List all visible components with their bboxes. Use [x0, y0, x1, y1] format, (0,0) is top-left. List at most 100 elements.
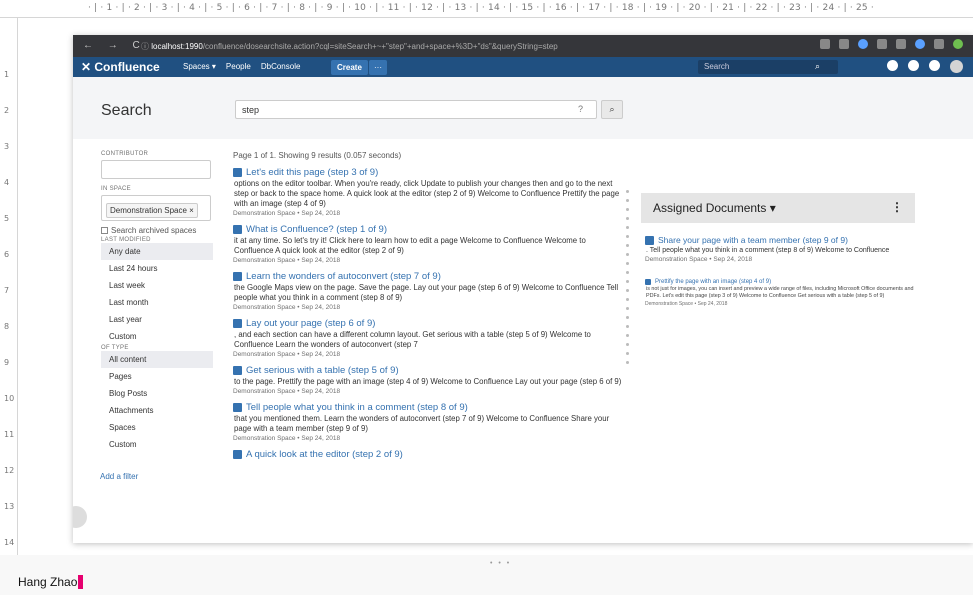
url-path: /confluence/dosearchsite.action?cql=site…: [202, 42, 558, 51]
filter-pages[interactable]: Pages: [101, 368, 213, 385]
assigned-documents-title[interactable]: Assigned Documents ▾: [653, 201, 776, 215]
ruler-num: 8: [4, 322, 10, 331]
help-icon[interactable]: [887, 60, 898, 71]
extension-icon[interactable]: [820, 39, 830, 49]
list-item: Learn the wonders of autoconvert (step 7…: [233, 271, 625, 311]
result-snippet: that you mentioned them. Learn the wonde…: [234, 414, 610, 433]
vertical-ruler: 1 2 3 4 5 6 7 8 9 10 11 12 13 14: [0, 18, 18, 555]
drag-handle[interactable]: • • •: [490, 560, 511, 567]
filter-attachments[interactable]: Attachments: [101, 402, 213, 419]
page-icon: [233, 450, 242, 459]
profile-icon[interactable]: [953, 39, 963, 49]
result-meta: Demonstration Space • Sep 24, 2018: [233, 351, 341, 358]
author-name: Hang Zhao: [18, 575, 84, 589]
result-title-link[interactable]: Lay out your page (step 6 of 9): [246, 318, 375, 329]
archived-checkbox[interactable]: Search archived spaces: [101, 226, 216, 235]
result-title-link[interactable]: A quick look at the editor (step 2 of 9): [246, 449, 403, 460]
result-snippet: options on the editor toolbar. When you'…: [234, 179, 620, 208]
assigned-snippet: . Tell people what you think in a commen…: [646, 247, 890, 254]
result-snippet: the Google Maps view on the page. Save t…: [234, 283, 619, 302]
ruler-num: 2: [4, 106, 10, 115]
avatar[interactable]: [950, 60, 963, 73]
browser-nav-buttons[interactable]: ← → C: [83, 40, 146, 51]
help-icon[interactable]: ?: [578, 104, 583, 114]
extension-icon[interactable]: [858, 39, 868, 49]
result-meta: Demonstration Space • Sep 24, 2018: [233, 257, 341, 264]
result-title-link[interactable]: Learn the wonders of autoconvert (step 7…: [246, 271, 441, 282]
filter-blog-posts[interactable]: Blog Posts: [101, 385, 213, 402]
result-snippet: it at any time. So let's try it! Click h…: [234, 236, 586, 255]
filter-last-24-hours[interactable]: Last 24 hours: [101, 260, 213, 277]
nav-spaces[interactable]: Spaces ▾: [183, 62, 216, 71]
filter-last-year[interactable]: Last year: [101, 311, 213, 328]
add-filter-link[interactable]: Add a filter: [100, 472, 138, 481]
header-icons: [887, 60, 963, 73]
search-button[interactable]: ⌕: [601, 100, 623, 119]
notification-icon[interactable]: [929, 60, 940, 71]
result-title-link[interactable]: Get serious with a table (step 5 of 9): [246, 365, 399, 376]
result-meta: Demonstration Space • Sep 24, 2018: [233, 435, 341, 442]
ruler-num: 14: [4, 538, 15, 547]
kebab-menu-icon[interactable]: ⋮: [891, 200, 903, 214]
assigned-title-link[interactable]: Prettify the page with an image (step 4 …: [655, 279, 771, 285]
confluence-header: ✕ Confluence Spaces ▾ People DbConsole C…: [73, 57, 973, 77]
space-chip[interactable]: Demonstration Space ×: [106, 203, 198, 218]
assigned-documents-header: Assigned Documents ▾ ⋮: [641, 193, 915, 223]
scroll-arrow-icon[interactable]: [73, 506, 87, 528]
filter-all-content[interactable]: All content: [101, 351, 213, 368]
url-host: localhost:1990: [151, 42, 203, 51]
filter-custom-type[interactable]: Custom: [101, 436, 213, 453]
extension-icon[interactable]: [896, 39, 906, 49]
filter-last-month[interactable]: Last month: [101, 294, 213, 311]
assigned-title-link[interactable]: Share your page with a team member (step…: [658, 235, 848, 245]
filter-custom-date[interactable]: Custom: [101, 328, 213, 345]
result-title-link[interactable]: Tell people what you think in a comment …: [246, 402, 468, 413]
assigned-snippet: is not just for images, you can insert a…: [646, 286, 914, 299]
results-count: Page 1 of 1. Showing 9 results (0.057 se…: [233, 151, 402, 160]
nav-dbconsole[interactable]: DbConsole: [261, 62, 301, 71]
result-meta: Demonstration Space • Sep 24, 2018: [233, 210, 341, 217]
star-icon[interactable]: [839, 39, 849, 49]
ruler-num: 10: [4, 394, 15, 403]
ruler-num: 13: [4, 502, 15, 511]
ruler-num: 3: [4, 142, 10, 151]
extension-icon[interactable]: [877, 39, 887, 49]
filter-last-week[interactable]: Last week: [101, 277, 213, 294]
ruler-num: 7: [4, 286, 10, 295]
result-title-link[interactable]: What is Confluence? (step 1 of 9): [246, 224, 387, 235]
list-item: Prettify the page with an image (step 4 …: [645, 279, 919, 307]
page-icon: [233, 272, 242, 281]
ruler-num: 5: [4, 214, 10, 223]
ruler-num: 12: [4, 466, 15, 475]
extension-icon[interactable]: [915, 39, 925, 49]
search-icon[interactable]: ⌕: [815, 61, 820, 72]
space-filter-input[interactable]: Demonstration Space ×: [101, 195, 211, 221]
checkbox-icon[interactable]: [101, 227, 108, 234]
extension-icon[interactable]: [934, 39, 944, 49]
page-icon: [233, 403, 242, 412]
confluence-logo[interactable]: ✕ Confluence: [81, 60, 160, 74]
address-bar[interactable]: ⓘ localhost:1990/confluence/dosearchsite…: [141, 41, 558, 52]
assigned-meta: Demonstration Space • Sep 24, 2018: [645, 256, 753, 263]
search-query-input[interactable]: step: [235, 100, 597, 119]
result-snippet: to the page. Prettify the page with an i…: [234, 377, 622, 386]
more-button[interactable]: ···: [369, 60, 387, 75]
nav-people[interactable]: People: [226, 62, 251, 71]
page-title: Search: [101, 102, 152, 119]
list-item: A quick look at the editor (step 2 of 9): [233, 449, 625, 460]
filter-any-date[interactable]: Any date: [101, 243, 213, 260]
filter-spaces[interactable]: Spaces: [101, 419, 213, 436]
contributor-input[interactable]: [101, 160, 211, 179]
list-item: Get serious with a table (step 5 of 9) t…: [233, 365, 625, 395]
contributor-label: CONTRIBUTOR: [101, 151, 149, 157]
browser-chrome: ← → C ⓘ localhost:1990/confluence/dosear…: [73, 35, 973, 57]
filter-sidebar: CONTRIBUTOR IN SPACE Demonstration Space…: [101, 151, 216, 453]
create-button[interactable]: Create: [331, 60, 368, 75]
resize-handle[interactable]: [626, 190, 630, 370]
ruler-num: 9: [4, 358, 10, 367]
list-item: Tell people what you think in a comment …: [233, 402, 625, 442]
settings-icon[interactable]: [908, 60, 919, 71]
top-nav: Spaces ▾ People DbConsole: [183, 62, 300, 71]
result-title-link[interactable]: Let's edit this page (step 3 of 9): [246, 167, 378, 178]
result-snippet: , and each section can have a different …: [234, 330, 591, 349]
